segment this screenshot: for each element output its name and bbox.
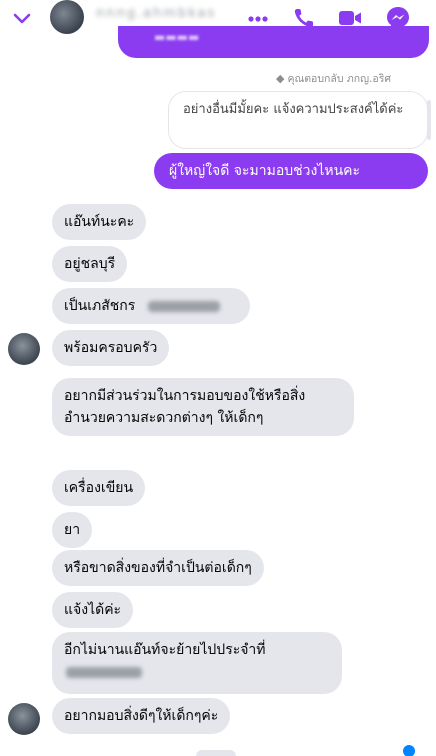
reply-arrow-icon: ◆ bbox=[276, 72, 285, 85]
contact-avatar[interactable] bbox=[50, 0, 84, 34]
contact-name[interactable]: nnng.ahmbkas bbox=[96, 6, 232, 28]
quoted-message[interactable]: อย่างอื่นมีมั้ยคะ แจ้งความประสงค์ได้ค่ะ bbox=[168, 91, 431, 149]
incoming-message[interactable]: อยู่ชลบุรี bbox=[52, 246, 128, 282]
incoming-message[interactable]: อยากมีส่วนร่วมในการมอบของใช้หรือสิ่งอำนว… bbox=[52, 378, 354, 436]
incoming-message[interactable]: อยากมอบสิ่งดีๆให้เด็กๆค่ะ bbox=[52, 698, 231, 734]
incoming-message[interactable]: พร้อมครอบครัว bbox=[52, 330, 170, 366]
reply-note-text: คุณตอบกลับ ภกญ.อริศ bbox=[287, 73, 391, 85]
incoming-message[interactable]: แจ้งได้ค่ะ bbox=[52, 592, 134, 628]
incoming-message[interactable]: เป็นเภสัชกร bbox=[52, 288, 250, 324]
redacted-text: ▬▬▬▬ bbox=[154, 30, 200, 44]
seen-indicator-icon bbox=[403, 745, 415, 756]
incoming-message[interactable]: แอ๊นท์นะคะ bbox=[52, 204, 147, 240]
outgoing-bubble-cropped: ▬▬▬▬ bbox=[118, 26, 429, 58]
message-text: เป็นเภสัชกร bbox=[64, 298, 136, 314]
message-text: อีกไม่นานแอ๊นท์จะย้ายไปประจำที่ bbox=[64, 642, 266, 658]
incoming-message[interactable]: อีกไม่นานแอ๊นท์จะย้ายไปประจำที่ bbox=[52, 632, 342, 694]
sender-avatar[interactable] bbox=[8, 333, 40, 365]
incoming-message[interactable]: หรือขาดสิ่งของที่จำเป็นต่อเด็กๆ bbox=[52, 550, 264, 586]
reply-note: ◆ คุณตอบกลับ ภกญ.อริศ bbox=[276, 70, 391, 87]
message-bubble-edge bbox=[196, 750, 236, 756]
chevron-down-icon[interactable] bbox=[12, 9, 32, 29]
incoming-message[interactable]: เครื่องเขียน bbox=[52, 470, 146, 506]
redacted-text bbox=[147, 300, 220, 312]
redacted-text bbox=[66, 666, 142, 678]
incoming-message[interactable]: ยา bbox=[52, 512, 93, 548]
outgoing-message[interactable]: ผู้ใหญ่ใจดี จะมามอบช่วงไหนคะ bbox=[154, 153, 428, 189]
sender-avatar[interactable] bbox=[8, 703, 40, 735]
